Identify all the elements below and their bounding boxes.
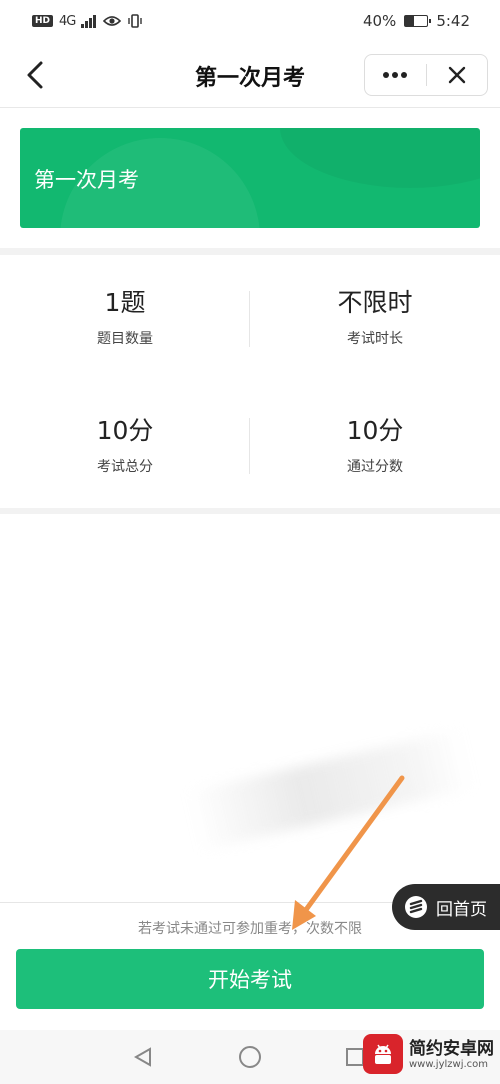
home-button[interactable]: 回首页	[392, 884, 500, 930]
stat-duration: 不限时 考试时长	[250, 288, 500, 348]
battery-fill	[405, 16, 415, 26]
watermark-text: 简约安卓网 www.jylzwj.com	[409, 1039, 494, 1070]
stat-value: 10分	[96, 416, 154, 445]
android-logo-icon	[363, 1034, 403, 1074]
start-exam-button[interactable]: 开始考试	[16, 949, 484, 1009]
stat-pass-score: 10分 通过分数	[250, 416, 500, 476]
stat-value: 10分	[346, 416, 404, 445]
banner-decoration	[280, 128, 480, 188]
exam-stats: 1题 题目数量 不限时 考试时长 10分 考试总分 10分 通过分数	[0, 256, 500, 508]
watermark: 简约安卓网 www.jylzwj.com	[363, 1034, 494, 1074]
mini-program-capsule	[364, 54, 488, 96]
stat-value: 不限时	[337, 288, 413, 317]
vibrate-icon	[128, 14, 143, 28]
section-divider	[0, 248, 500, 255]
system-home-button[interactable]	[235, 1042, 265, 1072]
stat-label: 通过分数	[347, 459, 403, 475]
more-dots-icon	[383, 72, 408, 78]
status-left: HD 4G	[32, 14, 143, 29]
more-button[interactable]	[365, 55, 426, 95]
battery-percent: 40%	[362, 12, 397, 30]
battery-icon	[404, 15, 432, 27]
watermark-url: www.jylzwj.com	[409, 1058, 489, 1070]
home-logo-icon	[405, 896, 427, 918]
circle-home-icon	[239, 1046, 261, 1068]
banner-title: 第一次月考	[34, 168, 139, 192]
close-icon	[448, 66, 465, 84]
system-back-button[interactable]	[128, 1042, 158, 1072]
stat-label: 考试时长	[347, 331, 403, 347]
section-divider	[0, 508, 500, 514]
stat-question-count: 1题 题目数量	[0, 288, 250, 348]
status-bar: HD 4G 40% 5:42	[0, 0, 500, 42]
stat-total-score: 10分 考试总分	[0, 416, 250, 476]
status-right: 40% 5:42	[363, 12, 470, 30]
home-label: 回首页	[436, 899, 487, 920]
close-button[interactable]	[427, 55, 488, 95]
signal-icon	[81, 15, 97, 28]
stat-value: 1题	[104, 288, 146, 317]
android-robot-icon	[375, 1044, 391, 1064]
stat-label: 题目数量	[97, 331, 153, 347]
watermark-name: 简约安卓网	[409, 1038, 494, 1059]
hd-badge: HD	[32, 15, 54, 27]
stat-label: 考试总分	[97, 459, 153, 475]
exam-banner: 第一次月考	[20, 128, 480, 228]
network-label: 4G	[59, 13, 76, 29]
triangle-back-icon	[133, 1047, 151, 1067]
clock: 5:42	[436, 12, 470, 30]
eye-icon	[103, 16, 122, 26]
blurred-area	[186, 729, 474, 851]
nav-bar: 第一次月考	[0, 42, 500, 108]
